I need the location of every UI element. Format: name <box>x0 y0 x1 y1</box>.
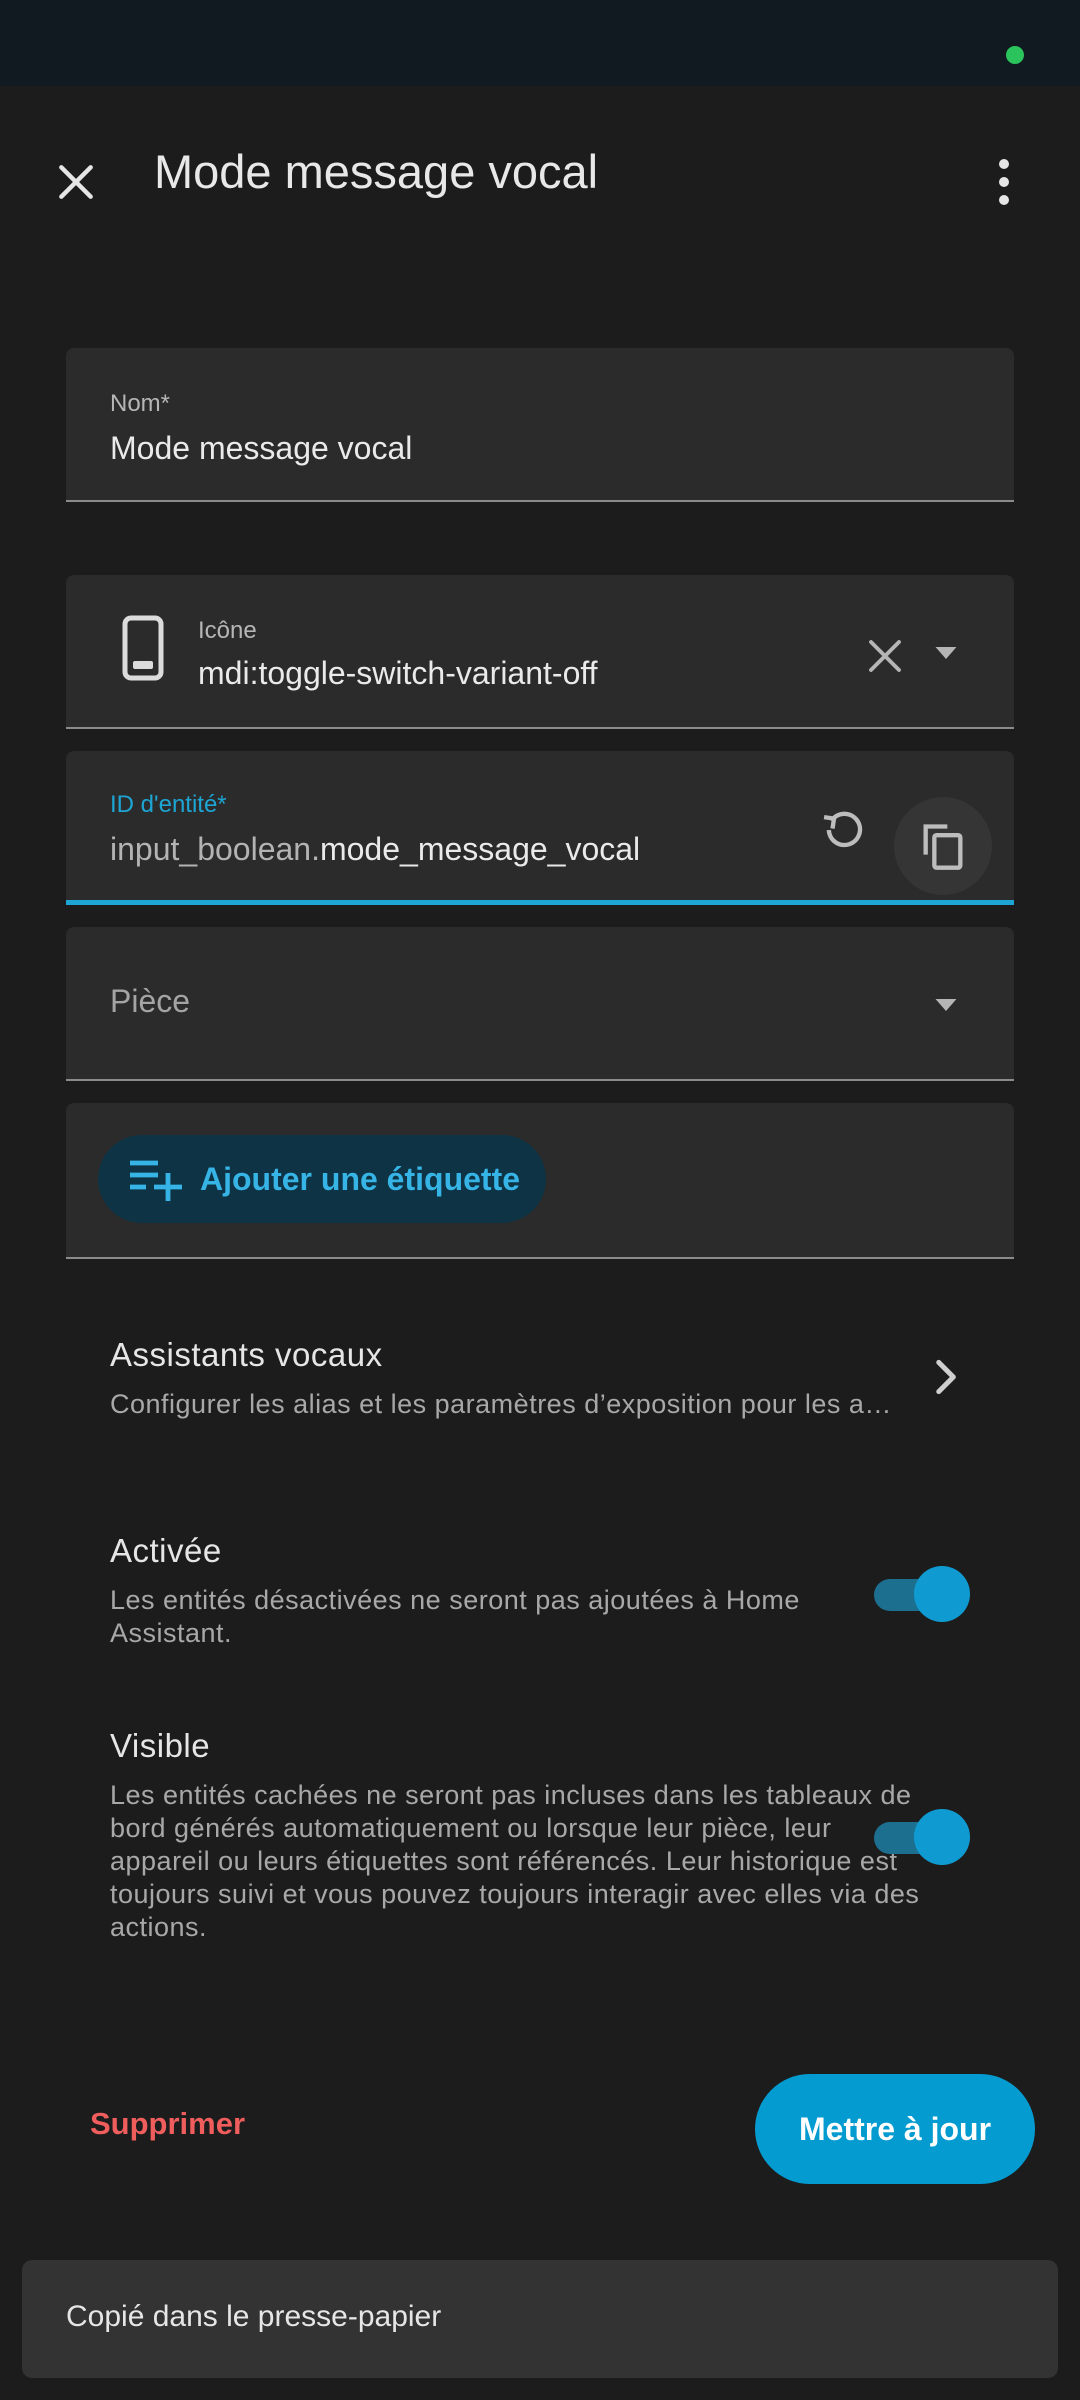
room-select-placeholder: Pièce <box>110 983 191 1019</box>
clear-icon[interactable] <box>864 635 906 677</box>
name-field[interactable]: Nom* Mode message vocal <box>66 348 1014 502</box>
chevron-down-icon[interactable] <box>928 635 964 671</box>
enabled-toggle[interactable] <box>870 1564 970 1624</box>
room-select[interactable]: Pièce <box>66 927 1014 1081</box>
voice-assistants-row[interactable]: Assistants vocaux Configurer les alias e… <box>110 1336 970 1421</box>
entity-id-label: ID d'entité* <box>110 791 227 818</box>
playlist-plus-icon <box>130 1160 182 1201</box>
enabled-setting: Activée Les entités désactivées ne seron… <box>110 1532 970 1650</box>
name-field-value[interactable]: Mode message vocal <box>110 430 412 467</box>
snackbar-message: Copié dans le presse-papier <box>66 2300 442 2333</box>
icon-field-label: Icône <box>198 617 257 644</box>
close-button[interactable] <box>40 146 112 218</box>
icon-picker-field[interactable]: Icône mdi:toggle-switch-variant-off <box>66 575 1014 729</box>
copy-entity-id-button[interactable] <box>894 797 992 895</box>
dialog-title: Mode message vocal <box>154 145 599 198</box>
status-bar <box>0 0 1080 86</box>
voice-assistants-subtitle: Configurer les alias et les paramètres d… <box>110 1389 900 1419</box>
add-tag-label: Ajouter une étiquette <box>200 1160 521 1197</box>
status-indicator-dot <box>1006 46 1024 64</box>
more-options-button[interactable] <box>968 146 1040 218</box>
tags-field: Ajouter une étiquette <box>66 1103 1014 1259</box>
close-icon <box>59 165 93 199</box>
dialog-header: Mode message vocal <box>0 86 1080 266</box>
chevron-right-icon[interactable] <box>920 1352 970 1402</box>
restore-icon <box>823 811 863 848</box>
delete-button[interactable]: Supprimer <box>90 2106 245 2142</box>
reset-entity-id-button[interactable] <box>814 799 874 859</box>
voice-assistants-title: Assistants vocaux <box>110 1336 383 1373</box>
copy-icon <box>923 824 963 870</box>
entity-id-value[interactable]: input_boolean.mode_message_vocal <box>110 831 640 868</box>
update-button[interactable]: Mettre à jour <box>755 2074 1035 2184</box>
icon-field-value[interactable]: mdi:toggle-switch-variant-off <box>198 655 598 692</box>
visible-description: Les entités cachées ne seront pas inclus… <box>110 1780 920 1942</box>
add-tag-button[interactable]: Ajouter une étiquette <box>98 1135 546 1223</box>
chevron-down-icon <box>935 999 957 1011</box>
entity-id-prefix: input_boolean. <box>110 831 320 867</box>
visible-setting: Visible Les entités cachées ne seront pa… <box>110 1727 970 1944</box>
enabled-toggle-thumb <box>914 1566 970 1622</box>
entity-id-field[interactable]: ID d'entité* input_boolean.mode_message_… <box>66 751 1014 905</box>
cellphone-icon <box>122 615 164 681</box>
more-vertical-icon <box>999 159 1009 205</box>
snackbar: Copié dans le presse-papier <box>22 2260 1058 2378</box>
visible-title: Visible <box>110 1727 211 1764</box>
entity-id-text: mode_message_vocal <box>319 831 641 867</box>
name-field-label: Nom* <box>110 390 171 417</box>
enabled-description: Les entités désactivées ne seront pas aj… <box>110 1585 800 1648</box>
visible-toggle[interactable] <box>870 1807 970 1867</box>
enabled-title: Activée <box>110 1532 222 1569</box>
visible-toggle-thumb <box>914 1809 970 1865</box>
